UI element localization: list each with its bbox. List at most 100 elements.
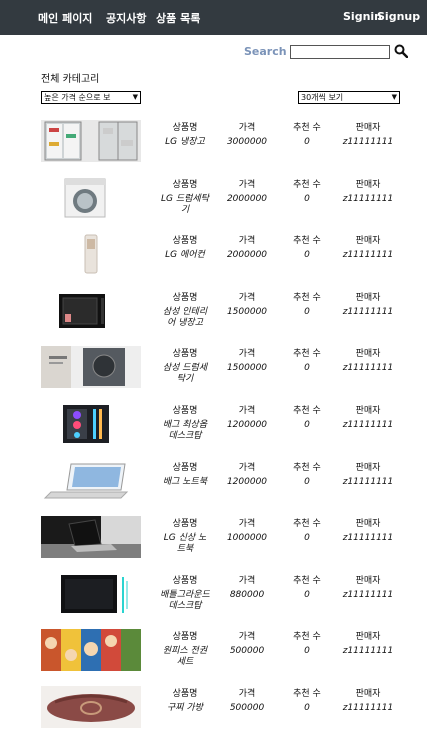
product-price: 500000 bbox=[229, 646, 265, 656]
product-seller: z11111111 bbox=[342, 477, 394, 487]
column-header-seller: 판매자 bbox=[355, 180, 381, 190]
product-seller: z11111111 bbox=[342, 533, 394, 543]
column-header-seller: 판매자 bbox=[355, 576, 381, 586]
column-header-recommend: 추천 수 bbox=[293, 463, 321, 473]
product-name[interactable]: LG 신상 노트북 bbox=[160, 533, 210, 555]
product-price: 2000000 bbox=[226, 250, 268, 260]
column-header-name: 상품명 bbox=[172, 123, 198, 133]
product-recommend-count: 0 bbox=[304, 194, 310, 204]
product-seller: z11111111 bbox=[342, 307, 394, 317]
product-name[interactable]: 배그 최상옵 데스크탑 bbox=[160, 420, 210, 442]
nav-products-link[interactable]: 상품 목록 bbox=[156, 10, 200, 26]
column-header-name: 상품명 bbox=[172, 349, 198, 359]
product-image[interactable] bbox=[41, 516, 141, 558]
product-image[interactable] bbox=[41, 460, 141, 502]
product-image[interactable] bbox=[41, 177, 141, 219]
column-header-recommend: 추천 수 bbox=[293, 632, 321, 642]
product-recommend-count: 0 bbox=[304, 307, 310, 317]
product-name[interactable]: LG 드럼세탁기 bbox=[160, 194, 210, 216]
product-recommend-count: 0 bbox=[304, 533, 310, 543]
product-recommend-count: 0 bbox=[304, 420, 310, 430]
column-header-recommend: 추천 수 bbox=[293, 236, 321, 246]
column-header-price: 가격 bbox=[238, 123, 256, 133]
product-seller: z11111111 bbox=[342, 703, 394, 713]
product-seller: z11111111 bbox=[342, 420, 394, 430]
column-header-price: 가격 bbox=[238, 406, 256, 416]
column-header-price: 가격 bbox=[238, 519, 256, 529]
search-icon[interactable] bbox=[394, 44, 408, 58]
product-name[interactable]: 배틀그라운드 데스크탑 bbox=[160, 590, 210, 612]
column-header-recommend: 추천 수 bbox=[293, 519, 321, 529]
column-header-recommend: 추천 수 bbox=[293, 689, 321, 699]
product-recommend-count: 0 bbox=[304, 646, 310, 656]
product-seller: z11111111 bbox=[342, 646, 394, 656]
column-header-name: 상품명 bbox=[172, 463, 198, 473]
column-header-recommend: 추천 수 bbox=[293, 293, 321, 303]
product-price: 2000000 bbox=[226, 194, 268, 204]
product-image[interactable] bbox=[41, 233, 141, 275]
search-label: Search bbox=[244, 45, 287, 58]
column-header-price: 가격 bbox=[238, 576, 256, 586]
count-select[interactable]: 30개씩 보기 ▼ bbox=[298, 91, 400, 104]
list-item[interactable]: 상품명 가격 추천 수 판매자 구찌 가방 500000 0 z11111111 bbox=[0, 686, 427, 736]
product-recommend-count: 0 bbox=[304, 477, 310, 487]
product-image[interactable] bbox=[41, 686, 141, 728]
column-header-seller: 판매자 bbox=[355, 406, 381, 416]
product-recommend-count: 0 bbox=[304, 363, 310, 373]
column-header-seller: 판매자 bbox=[355, 689, 381, 699]
column-header-name: 상품명 bbox=[172, 293, 198, 303]
column-header-price: 가격 bbox=[238, 180, 256, 190]
product-recommend-count: 0 bbox=[304, 250, 310, 260]
column-header-seller: 판매자 bbox=[355, 293, 381, 303]
product-price: 1200000 bbox=[226, 477, 268, 487]
product-image[interactable] bbox=[41, 629, 141, 671]
product-image[interactable] bbox=[41, 403, 141, 445]
list-item[interactable]: 상품명 가격 추천 수 판매자 원피스 전권세트 500000 0 z11111111 bbox=[0, 629, 427, 679]
list-item[interactable]: 상품명 가격 추천 수 판매자 삼성 인테리어 냉장고 1500000 0 z11111111 bbox=[0, 290, 427, 340]
product-image[interactable] bbox=[41, 573, 141, 615]
nav-signup-link[interactable]: Signup bbox=[377, 10, 420, 23]
list-item[interactable]: 상품명 가격 추천 수 판매자 LG 신상 노트북 1000000 0 z11111111 bbox=[0, 516, 427, 566]
list-item[interactable]: 상품명 가격 추천 수 판매자 LG 냉장고 3000000 0 z11111111 bbox=[0, 120, 427, 170]
count-select-value: 30개씩 보기 bbox=[301, 93, 344, 102]
list-item[interactable]: 상품명 가격 추천 수 판매자 배그 노트북 1200000 0 z11111111 bbox=[0, 460, 427, 510]
column-header-seller: 판매자 bbox=[355, 123, 381, 133]
list-item[interactable]: 상품명 가격 추천 수 판매자 삼성 드럼세탁기 1500000 0 z11111111 bbox=[0, 346, 427, 396]
product-price: 1500000 bbox=[226, 307, 268, 317]
chevron-down-icon: ▼ bbox=[132, 93, 138, 101]
list-item[interactable]: 상품명 가격 추천 수 판매자 LG 에어컨 2000000 0 z11111111 bbox=[0, 233, 427, 283]
column-header-name: 상품명 bbox=[172, 406, 198, 416]
product-image[interactable] bbox=[41, 290, 141, 332]
product-seller: z11111111 bbox=[342, 137, 394, 147]
product-image[interactable] bbox=[41, 120, 141, 162]
column-header-name: 상품명 bbox=[172, 236, 198, 246]
product-image[interactable] bbox=[41, 346, 141, 388]
sort-select[interactable]: 높은 가격 순으로 보 ▼ bbox=[41, 91, 141, 104]
product-seller: z11111111 bbox=[342, 590, 394, 600]
product-name[interactable]: 구찌 가방 bbox=[160, 703, 210, 714]
product-recommend-count: 0 bbox=[304, 137, 310, 147]
product-price: 3000000 bbox=[226, 137, 268, 147]
column-header-price: 가격 bbox=[238, 463, 256, 473]
product-name[interactable]: 원피스 전권세트 bbox=[160, 646, 210, 668]
column-header-name: 상품명 bbox=[172, 632, 198, 642]
product-price: 1200000 bbox=[226, 420, 268, 430]
list-item[interactable]: 상품명 가격 추천 수 판매자 배그 최상옵 데스크탑 1200000 0 z11111111 bbox=[0, 403, 427, 453]
list-item[interactable]: 상품명 가격 추천 수 판매자 배틀그라운드 데스크탑 880000 0 z11111111 bbox=[0, 573, 427, 623]
product-price: 880000 bbox=[229, 590, 265, 600]
product-name[interactable]: LG 냉장고 bbox=[160, 137, 210, 148]
product-name[interactable]: 배그 노트북 bbox=[160, 477, 210, 488]
product-name[interactable]: 삼성 드럼세탁기 bbox=[160, 363, 210, 385]
column-header-name: 상품명 bbox=[172, 689, 198, 699]
product-name[interactable]: LG 에어컨 bbox=[160, 250, 210, 261]
product-name[interactable]: 삼성 인테리어 냉장고 bbox=[160, 307, 210, 329]
column-header-recommend: 추천 수 bbox=[293, 576, 321, 586]
nav-home-link[interactable]: 메인 페이지 bbox=[38, 10, 92, 26]
column-header-price: 가격 bbox=[238, 236, 256, 246]
column-header-seller: 판매자 bbox=[355, 349, 381, 359]
search-input[interactable] bbox=[290, 45, 390, 59]
nav-notice-link[interactable]: 공지사항 bbox=[106, 10, 146, 26]
column-header-seller: 판매자 bbox=[355, 236, 381, 246]
column-header-name: 상품명 bbox=[172, 519, 198, 529]
list-item[interactable]: 상품명 가격 추천 수 판매자 LG 드럼세탁기 2000000 0 z11111111 bbox=[0, 177, 427, 227]
